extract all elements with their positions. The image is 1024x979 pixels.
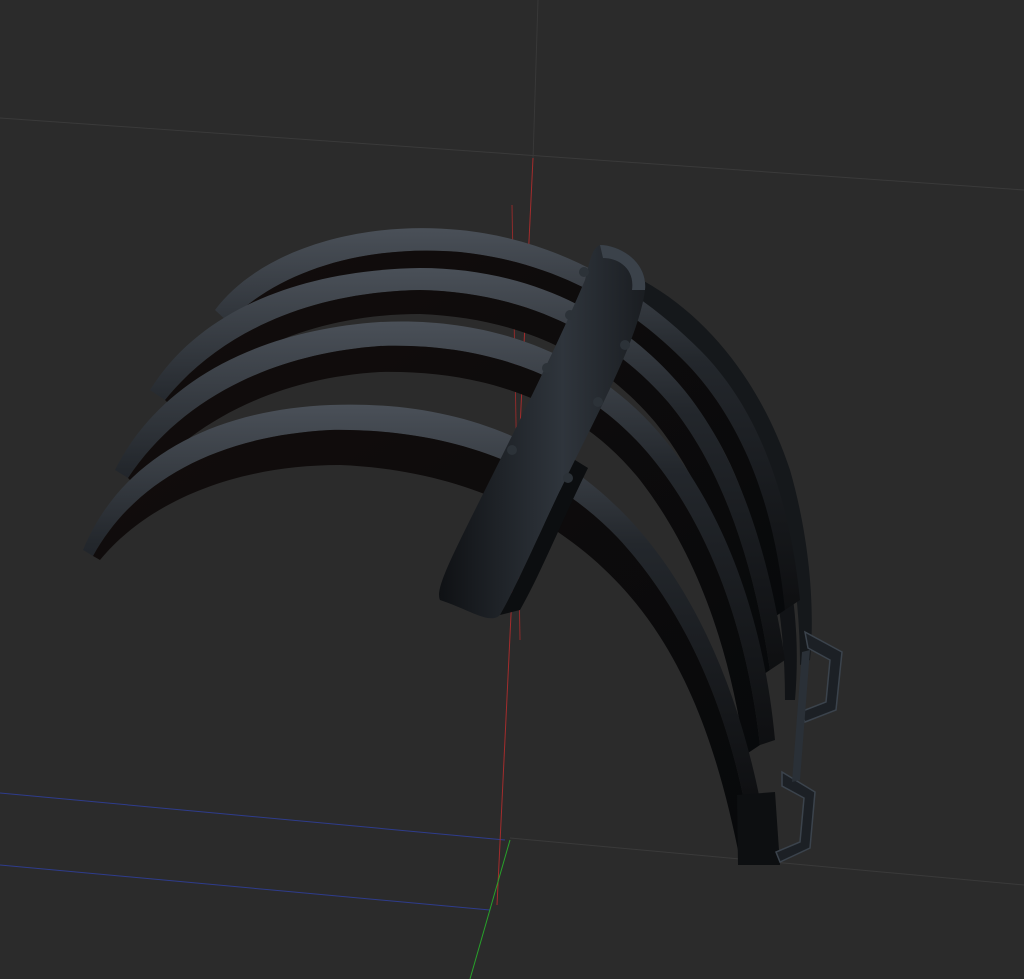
bracket-lower bbox=[775, 770, 816, 864]
z-axis-line bbox=[0, 792, 506, 841]
claw-model[interactable] bbox=[83, 228, 843, 865]
base-block bbox=[737, 792, 780, 865]
y-axis-line bbox=[469, 839, 511, 979]
claw-band-4-inner bbox=[93, 429, 745, 860]
z-axis-line-2 bbox=[0, 864, 491, 911]
rivet bbox=[593, 397, 603, 407]
rivet bbox=[579, 267, 589, 277]
3d-viewport[interactable] bbox=[0, 0, 1024, 979]
rivet bbox=[620, 340, 630, 350]
viewport-canvas[interactable] bbox=[0, 0, 1024, 979]
rivet bbox=[507, 445, 517, 455]
rivet bbox=[565, 310, 575, 320]
rivet bbox=[563, 473, 573, 483]
rivet bbox=[542, 363, 552, 373]
